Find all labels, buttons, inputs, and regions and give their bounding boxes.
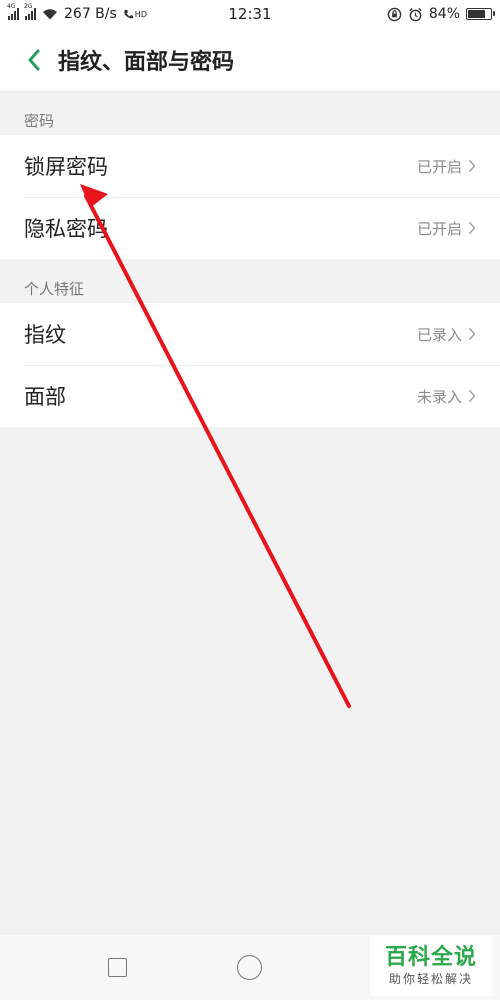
watermark-subtitle: 助你轻松解决 (388, 972, 473, 986)
page-title: 指纹、面部与密码 (58, 49, 235, 75)
back-button[interactable] (12, 38, 56, 82)
phone-icon (124, 9, 133, 18)
item-label: 面部 (24, 385, 66, 409)
battery-icon (466, 8, 495, 20)
item-label: 隐私密码 (24, 217, 108, 241)
battery-fill (468, 10, 485, 18)
list-item-face[interactable]: 面部 未录入 (0, 365, 500, 427)
recents-square-icon[interactable] (108, 958, 127, 977)
hd-label: HD (134, 9, 147, 19)
list-item-privacy-password[interactable]: 隐私密码 已开启 (0, 197, 500, 259)
item-right: 未录入 (417, 386, 476, 407)
list-group-personal-features: 指纹 已录入 面部 未录入 (0, 303, 500, 427)
chevron-left-icon (28, 49, 40, 70)
app-header: 指纹、面部与密码 (0, 28, 500, 92)
network-speed: 267 B/s (64, 6, 117, 22)
item-right: 已录入 (417, 324, 476, 345)
status-bar: 4G 2G 267 B/s HD 12:31 84% (0, 0, 500, 28)
list-item-lock-screen-password[interactable]: 锁屏密码 已开启 (0, 135, 500, 197)
item-status: 已录入 (416, 325, 462, 344)
signal-icon-2: 2G (24, 4, 36, 20)
list-item-fingerprint[interactable]: 指纹 已录入 (0, 303, 500, 365)
status-left: 4G 2G 267 B/s HD (7, 4, 147, 23)
item-right: 已开启 (417, 156, 476, 177)
chevron-right-icon (468, 390, 476, 402)
signal-icon: 4G (7, 4, 19, 20)
wifi-icon (43, 9, 57, 20)
chevron-right-icon (468, 222, 476, 234)
item-status: 未录入 (416, 387, 462, 406)
status-right: 84% (387, 6, 495, 22)
item-status: 已开启 (416, 157, 462, 176)
watermark-logo: 百科全说 助你轻松解决 (370, 936, 492, 996)
item-status: 已开启 (416, 219, 462, 238)
network-label-1: 4G (7, 3, 16, 10)
network-label-2: 2G (24, 3, 33, 10)
chevron-right-icon (468, 328, 476, 340)
item-label: 指纹 (24, 323, 66, 347)
list-group-password: 锁屏密码 已开启 隐私密码 已开启 (0, 135, 500, 259)
item-label: 锁屏密码 (24, 155, 108, 179)
item-right: 已开启 (417, 218, 476, 239)
alarm-icon (409, 7, 422, 21)
battery-percent: 84% (428, 6, 460, 22)
chevron-right-icon (468, 160, 476, 172)
home-circle-icon[interactable] (237, 955, 262, 980)
watermark-title: 百科全说 (384, 945, 477, 970)
hd-call-icon: HD (123, 9, 147, 20)
rotation-lock-icon (387, 7, 402, 21)
